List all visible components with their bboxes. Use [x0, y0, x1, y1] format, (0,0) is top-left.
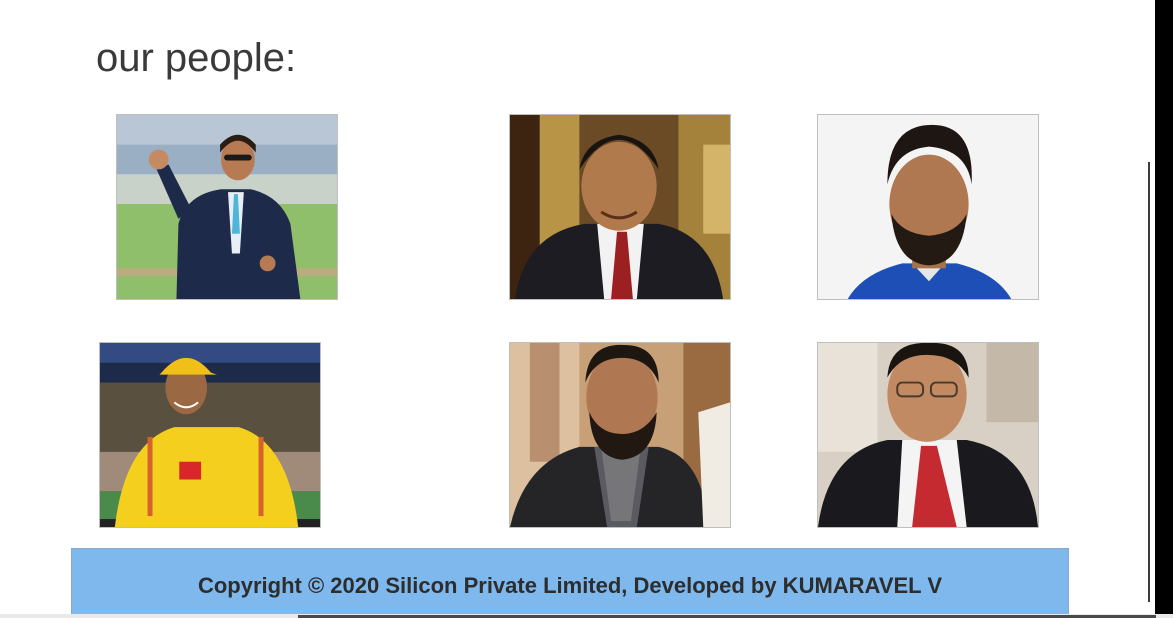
person-photo-5: [509, 342, 731, 528]
page-title: our people:: [96, 36, 297, 80]
person-photo-2: [509, 114, 731, 300]
person-photo-1: [116, 114, 338, 300]
footer-copyright: Copyright © 2020 Silicon Private Limited…: [197, 573, 942, 598]
person-photo-4: [99, 342, 321, 528]
page: our people: Copyright © 2020 Silicon Pri…: [0, 0, 1173, 618]
window-edge: [1155, 0, 1173, 618]
person-photo-3: [817, 114, 1039, 300]
footer: Copyright © 2020 Silicon Private Limited…: [71, 548, 1069, 616]
person-photo-6: [817, 342, 1039, 528]
scrollbar-track[interactable]: [1148, 162, 1150, 602]
